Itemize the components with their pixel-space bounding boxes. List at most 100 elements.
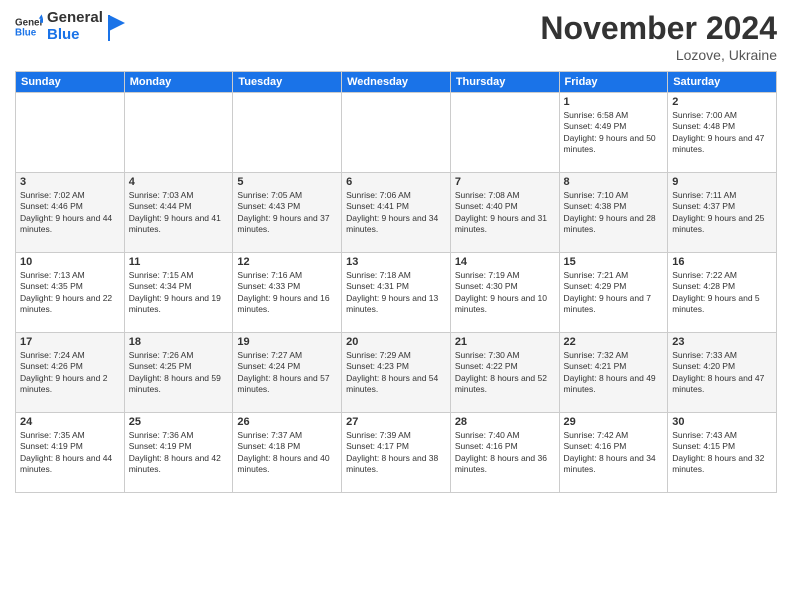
day-number: 8 [564, 176, 664, 188]
calendar-cell-w1-d5 [450, 93, 559, 173]
day-info: Sunrise: 7:18 AM Sunset: 4:31 PM Dayligh… [346, 270, 446, 316]
day-number: 16 [672, 256, 772, 268]
day-info: Sunrise: 7:22 AM Sunset: 4:28 PM Dayligh… [672, 270, 772, 316]
calendar-cell-w4-d5: 21 Sunrise: 7:30 AM Sunset: 4:22 PM Dayli… [450, 333, 559, 413]
day-info: Sunrise: 7:30 AM Sunset: 4:22 PM Dayligh… [455, 350, 555, 396]
calendar-subtitle: Lozove, Ukraine [540, 47, 777, 63]
calendar-cell-w1-d7: 2 Sunrise: 7:00 AM Sunset: 4:48 PM Daylig… [668, 93, 777, 173]
day-info: Sunrise: 7:11 AM Sunset: 4:37 PM Dayligh… [672, 190, 772, 236]
calendar-cell-w1-d1 [16, 93, 125, 173]
day-number: 29 [564, 416, 664, 428]
calendar-cell-w4-d4: 20 Sunrise: 7:29 AM Sunset: 4:23 PM Dayli… [342, 333, 451, 413]
week-row-2: 3 Sunrise: 7:02 AM Sunset: 4:46 PM Daylig… [16, 173, 777, 253]
calendar-cell-w1-d2 [124, 93, 233, 173]
calendar-cell-w1-d4 [342, 93, 451, 173]
logo: General Blue General Blue [15, 10, 127, 43]
day-info: Sunrise: 7:10 AM Sunset: 4:38 PM Dayligh… [564, 190, 664, 236]
logo-flag-icon [107, 13, 127, 41]
col-sunday: Sunday [16, 72, 125, 93]
day-number: 13 [346, 256, 446, 268]
calendar-cell-w3-d2: 11 Sunrise: 7:15 AM Sunset: 4:34 PM Dayli… [124, 253, 233, 333]
calendar-cell-w5-d2: 25Sunrise: 7:36 AM Sunset: 4:19 PM Dayli… [124, 413, 233, 493]
calendar-cell-w2-d2: 4 Sunrise: 7:03 AM Sunset: 4:44 PM Daylig… [124, 173, 233, 253]
day-info: Sunrise: 7:33 AM Sunset: 4:20 PM Dayligh… [672, 350, 772, 396]
calendar-cell-w4-d7: 23 Sunrise: 7:33 AM Sunset: 4:20 PM Dayli… [668, 333, 777, 413]
day-number: 6 [346, 176, 446, 188]
day-number: 22 [564, 336, 664, 348]
day-number: 15 [564, 256, 664, 268]
day-number: 21 [455, 336, 555, 348]
day-number: 17 [20, 336, 120, 348]
calendar-cell-w2-d3: 5Sunrise: 7:05 AM Sunset: 4:43 PM Daylig… [233, 173, 342, 253]
header: General Blue General Blue November 2024 … [15, 10, 777, 63]
logo-blue: Blue [47, 27, 103, 44]
calendar-cell-w2-d1: 3 Sunrise: 7:02 AM Sunset: 4:46 PM Daylig… [16, 173, 125, 253]
calendar-cell-w4-d2: 18Sunrise: 7:26 AM Sunset: 4:25 PM Dayli… [124, 333, 233, 413]
day-info: Sunrise: 7:15 AM Sunset: 4:34 PM Dayligh… [129, 270, 229, 316]
calendar-cell-w2-d4: 6Sunrise: 7:06 AM Sunset: 4:41 PM Daylig… [342, 173, 451, 253]
page: General Blue General Blue November 2024 … [0, 0, 792, 612]
day-info: Sunrise: 7:27 AM Sunset: 4:24 PM Dayligh… [237, 350, 337, 396]
calendar-cell-w4-d6: 22 Sunrise: 7:32 AM Sunset: 4:21 PM Dayli… [559, 333, 668, 413]
day-number: 26 [237, 416, 337, 428]
calendar-cell-w1-d6: 1 Sunrise: 6:58 AM Sunset: 4:49 PM Daylig… [559, 93, 668, 173]
day-number: 20 [346, 336, 446, 348]
day-info: Sunrise: 7:29 AM Sunset: 4:23 PM Dayligh… [346, 350, 446, 396]
day-info: Sunrise: 7:03 AM Sunset: 4:44 PM Dayligh… [129, 190, 229, 236]
calendar-cell-w5-d4: 27Sunrise: 7:39 AM Sunset: 4:17 PM Dayli… [342, 413, 451, 493]
day-info: Sunrise: 7:05 AM Sunset: 4:43 PM Dayligh… [237, 190, 337, 236]
day-info: Sunrise: 7:26 AM Sunset: 4:25 PM Dayligh… [129, 350, 229, 396]
day-info: Sunrise: 7:19 AM Sunset: 4:30 PM Dayligh… [455, 270, 555, 316]
calendar-cell-w4-d1: 17 Sunrise: 7:24 AM Sunset: 4:26 PM Dayli… [16, 333, 125, 413]
col-tuesday: Tuesday [233, 72, 342, 93]
calendar-cell-w2-d5: 7Sunrise: 7:08 AM Sunset: 4:40 PM Daylig… [450, 173, 559, 253]
calendar-cell-w5-d6: 29 Sunrise: 7:42 AM Sunset: 4:16 PM Dayli… [559, 413, 668, 493]
day-number: 23 [672, 336, 772, 348]
calendar-cell-w5-d3: 26Sunrise: 7:37 AM Sunset: 4:18 PM Dayli… [233, 413, 342, 493]
day-number: 14 [455, 256, 555, 268]
week-row-1: 1 Sunrise: 6:58 AM Sunset: 4:49 PM Daylig… [16, 93, 777, 173]
calendar-cell-w3-d5: 14 Sunrise: 7:19 AM Sunset: 4:30 PM Dayli… [450, 253, 559, 333]
day-info: Sunrise: 7:42 AM Sunset: 4:16 PM Dayligh… [564, 430, 664, 476]
calendar-cell-w3-d4: 13 Sunrise: 7:18 AM Sunset: 4:31 PM Dayli… [342, 253, 451, 333]
col-thursday: Thursday [450, 72, 559, 93]
day-info: Sunrise: 7:32 AM Sunset: 4:21 PM Dayligh… [564, 350, 664, 396]
day-info: Sunrise: 7:13 AM Sunset: 4:35 PM Dayligh… [20, 270, 120, 316]
day-number: 7 [455, 176, 555, 188]
day-info: Sunrise: 7:39 AM Sunset: 4:17 PM Dayligh… [346, 430, 446, 476]
day-number: 4 [129, 176, 229, 188]
calendar-table: Sunday Monday Tuesday Wednesday Thursday… [15, 71, 777, 493]
day-info: Sunrise: 7:16 AM Sunset: 4:33 PM Dayligh… [237, 270, 337, 316]
week-row-3: 10Sunrise: 7:13 AM Sunset: 4:35 PM Dayli… [16, 253, 777, 333]
calendar-cell-w2-d7: 9 Sunrise: 7:11 AM Sunset: 4:37 PM Daylig… [668, 173, 777, 253]
day-number: 3 [20, 176, 120, 188]
day-info: Sunrise: 7:43 AM Sunset: 4:15 PM Dayligh… [672, 430, 772, 476]
col-friday: Friday [559, 72, 668, 93]
calendar-cell-w5-d5: 28 Sunrise: 7:40 AM Sunset: 4:16 PM Dayli… [450, 413, 559, 493]
day-info: Sunrise: 6:58 AM Sunset: 4:49 PM Dayligh… [564, 110, 664, 156]
day-info: Sunrise: 7:36 AM Sunset: 4:19 PM Dayligh… [129, 430, 229, 476]
col-wednesday: Wednesday [342, 72, 451, 93]
svg-text:Blue: Blue [15, 27, 37, 38]
calendar-header-row: Sunday Monday Tuesday Wednesday Thursday… [16, 72, 777, 93]
day-info: Sunrise: 7:00 AM Sunset: 4:48 PM Dayligh… [672, 110, 772, 156]
day-number: 1 [564, 96, 664, 108]
day-number: 19 [237, 336, 337, 348]
day-info: Sunrise: 7:24 AM Sunset: 4:26 PM Dayligh… [20, 350, 120, 396]
day-number: 12 [237, 256, 337, 268]
calendar-title: November 2024 [540, 10, 777, 47]
calendar-cell-w1-d3 [233, 93, 342, 173]
day-info: Sunrise: 7:21 AM Sunset: 4:29 PM Dayligh… [564, 270, 664, 316]
calendar-cell-w3-d1: 10Sunrise: 7:13 AM Sunset: 4:35 PM Dayli… [16, 253, 125, 333]
day-number: 11 [129, 256, 229, 268]
day-number: 28 [455, 416, 555, 428]
day-number: 2 [672, 96, 772, 108]
day-info: Sunrise: 7:40 AM Sunset: 4:16 PM Dayligh… [455, 430, 555, 476]
logo-general: General [47, 10, 103, 27]
calendar-cell-w5-d7: 30Sunrise: 7:43 AM Sunset: 4:15 PM Dayli… [668, 413, 777, 493]
day-number: 9 [672, 176, 772, 188]
day-info: Sunrise: 7:35 AM Sunset: 4:19 PM Dayligh… [20, 430, 120, 476]
logo-icon: General Blue [15, 13, 43, 41]
day-info: Sunrise: 7:02 AM Sunset: 4:46 PM Dayligh… [20, 190, 120, 236]
col-monday: Monday [124, 72, 233, 93]
